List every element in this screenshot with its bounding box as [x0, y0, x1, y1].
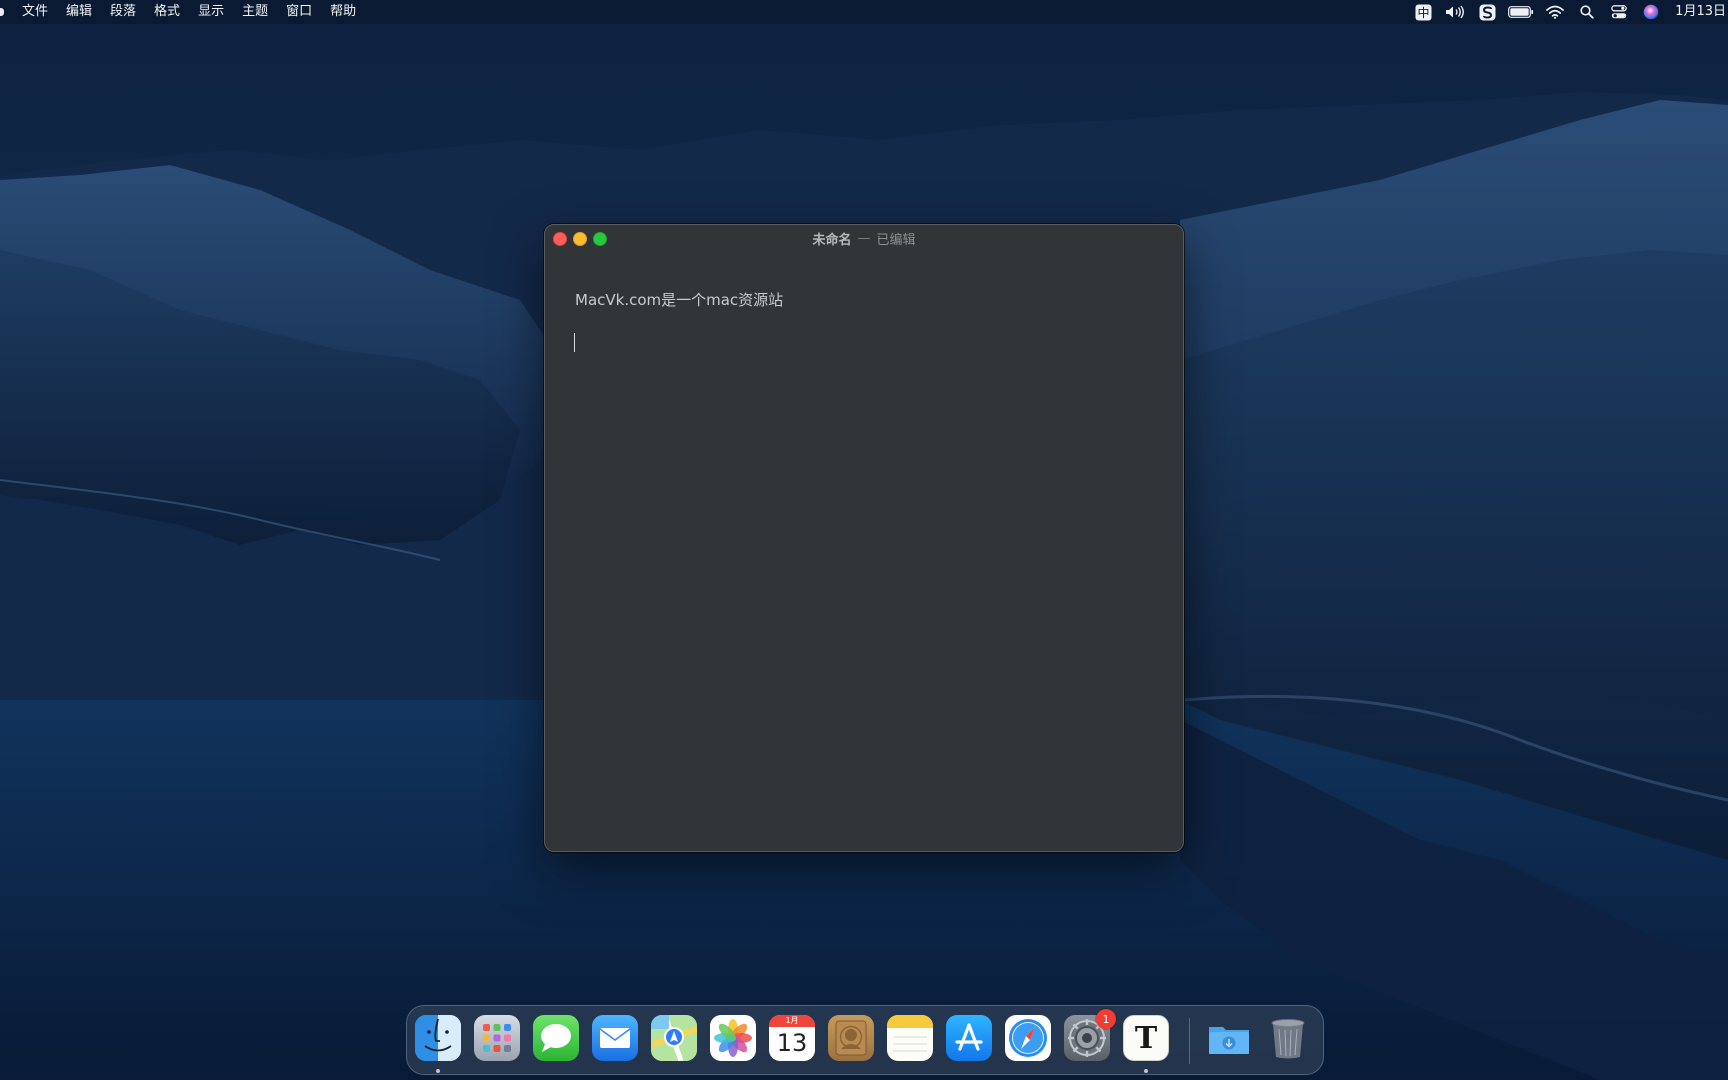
sogou-input-icon[interactable] — [1476, 0, 1498, 24]
window-title-separator: — — [857, 230, 871, 246]
window-edit-status: 已编辑 — [876, 232, 916, 248]
menu-edit[interactable]: 编辑 — [57, 0, 101, 24]
window-title: 未命名 — [812, 232, 852, 248]
maps-icon[interactable] — [651, 1015, 697, 1061]
volume-icon[interactable] — [1444, 0, 1466, 24]
mail-icon[interactable] — [592, 1015, 638, 1061]
siri-icon[interactable] — [1640, 0, 1662, 24]
menu-paragraph[interactable]: 段落 — [101, 0, 145, 24]
menu-window[interactable]: 窗口 — [277, 0, 321, 24]
calendar-month: 1月 — [769, 1015, 815, 1027]
trash-icon[interactable] — [1265, 1015, 1311, 1061]
notification-badge: 1 — [1096, 1009, 1116, 1029]
textedit-icon-glyph: T — [1134, 1020, 1158, 1056]
spotlight-search-icon[interactable] — [1576, 0, 1598, 24]
app-store-icon[interactable] — [946, 1015, 992, 1061]
wifi-icon[interactable] — [1544, 0, 1566, 24]
textedit-running-indicator — [1144, 1069, 1148, 1073]
window-close-button[interactable] — [553, 232, 567, 246]
finder-icon[interactable] — [415, 1015, 461, 1061]
downloads-folder-icon[interactable] — [1206, 1015, 1252, 1061]
input-method-icon[interactable]: 中 — [1412, 0, 1434, 24]
menu-bar: 文件 编辑 段落 格式 显示 主题 窗口 帮助 中 1月13日 — [0, 0, 1728, 24]
dock-separator — [1189, 1018, 1190, 1064]
launchpad-icon[interactable] — [474, 1015, 520, 1061]
desktop: 文件 编辑 段落 格式 显示 主题 窗口 帮助 中 1月13日 未命名 — 已编… — [0, 0, 1728, 1080]
battery-icon[interactable] — [1508, 0, 1534, 24]
menu-theme[interactable]: 主题 — [233, 0, 277, 24]
menu-clock[interactable]: 1月13日 — [1667, 0, 1728, 24]
control-center-icon[interactable] — [1608, 0, 1630, 24]
menu-file[interactable]: 文件 — [6, 0, 57, 24]
calendar-icon[interactable]: 1月 13 — [769, 1015, 815, 1061]
notes-icon[interactable] — [887, 1015, 933, 1061]
messages-icon[interactable] — [533, 1015, 579, 1061]
menu-bar-status: 中 1月13日 — [1407, 0, 1728, 24]
photos-icon[interactable] — [710, 1015, 756, 1061]
window-maximize-button[interactable] — [593, 232, 607, 246]
document-line[interactable]: MacVk.com是一个mac资源站 — [575, 289, 783, 310]
window-minimize-button[interactable] — [573, 232, 587, 246]
safari-icon[interactable] — [1005, 1015, 1051, 1061]
document-text-area[interactable]: MacVk.com是一个mac资源站 — [545, 251, 1183, 851]
menu-help[interactable]: 帮助 — [321, 0, 365, 24]
textedit-icon[interactable]: T — [1123, 1015, 1169, 1061]
input-method-label: 中 — [1417, 5, 1429, 20]
textedit-window[interactable]: 未命名 — 已编辑 MacVk.com是一个mac资源站 — [544, 224, 1184, 852]
dock: 1月 13 1 T — [406, 1005, 1324, 1075]
menu-bar-left: 文件 编辑 段落 格式 显示 主题 窗口 帮助 — [0, 0, 365, 24]
system-preferences-icon[interactable]: 1 — [1064, 1009, 1116, 1061]
finder-running-indicator — [436, 1069, 440, 1073]
contacts-icon[interactable] — [828, 1015, 874, 1061]
calendar-day: 13 — [776, 1029, 808, 1057]
menu-view[interactable]: 显示 — [189, 0, 233, 24]
window-titlebar[interactable]: 未命名 — 已编辑 — [545, 225, 1183, 251]
menu-format[interactable]: 格式 — [145, 0, 189, 24]
text-caret — [574, 333, 575, 352]
